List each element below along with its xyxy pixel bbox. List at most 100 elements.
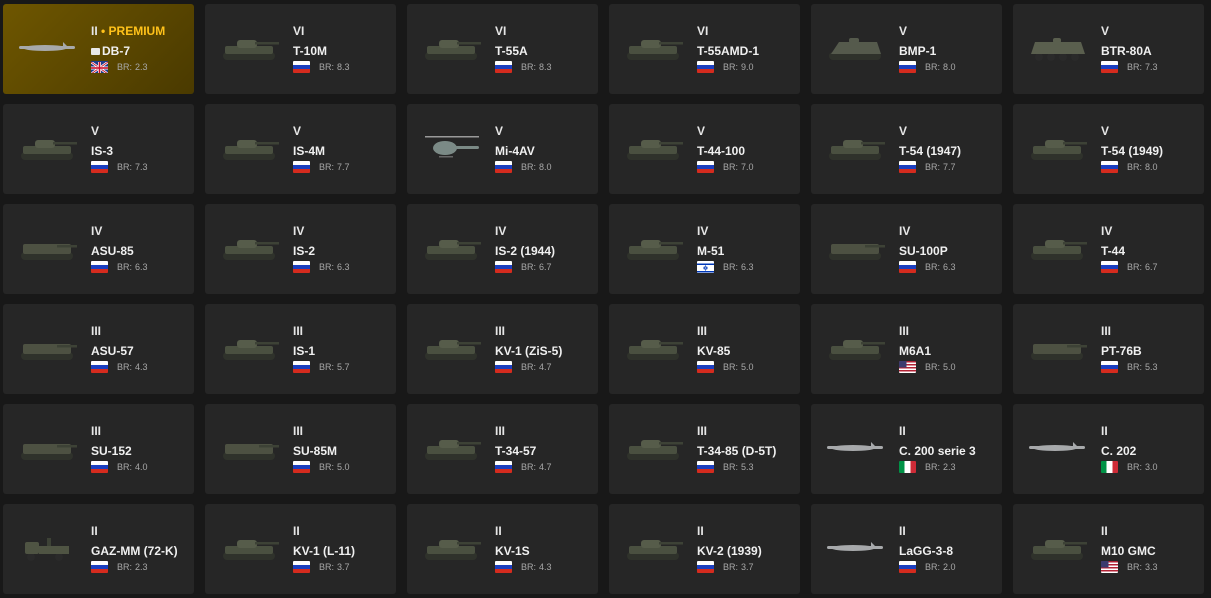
vehicle-card[interactable]: IV SU-100P BR: 6.3	[811, 204, 1002, 294]
vehicle-card[interactable]: III PT-76B BR: 5.3	[1013, 304, 1204, 394]
vehicle-meta: BR: 5.0	[697, 361, 794, 373]
battle-rating-value: 5.0	[741, 362, 754, 372]
vehicle-meta: BR: 3.0	[1101, 461, 1198, 473]
vehicle-card[interactable]: III T-34-57 BR: 4.7	[407, 404, 598, 494]
vehicle-card[interactable]: III KV-1 (ZiS-5) BR: 4.7	[407, 304, 598, 394]
vehicle-card[interactable]: VI T-10M BR: 8.3	[205, 4, 396, 94]
vehicle-card[interactable]: II M10 GMC BR: 3.3	[1013, 504, 1204, 594]
vehicle-card[interactable]: VI T-55A BR: 8.3	[407, 4, 598, 94]
vehicle-card[interactable]: IV IS-2 BR: 6.3	[205, 204, 396, 294]
vehicle-card[interactable]: V T-54 (1949) BR: 8.0	[1013, 104, 1204, 194]
vehicle-card[interactable]: II LaGG-3-8 BR: 2.0	[811, 504, 1002, 594]
vehicle-rank: VI	[697, 24, 794, 38]
m6a1-tank-icon	[821, 330, 889, 368]
ussr-flag-icon	[293, 561, 310, 573]
vehicle-info: V T-44-100 BR: 7.0	[697, 124, 794, 173]
ussr-flag-icon	[1101, 61, 1118, 73]
vehicle-rank: III	[293, 424, 390, 438]
kv-85-tank-icon	[619, 330, 687, 368]
vehicle-card[interactable]: II • PREMIUM DB-7 BR: 2.3	[3, 4, 194, 94]
battle-rating: BR: 2.3	[117, 562, 148, 572]
ussr-flag-icon	[899, 161, 916, 173]
vehicle-rank: VI	[293, 24, 390, 38]
vehicle-card[interactable]: III ASU-57 BR: 4.3	[3, 304, 194, 394]
battle-rating: BR: 4.0	[117, 462, 148, 472]
battle-rating-value: 6.3	[337, 262, 350, 272]
battle-rating-value: 8.0	[539, 162, 552, 172]
battle-rating-value: 6.7	[1145, 262, 1158, 272]
battle-rating-value: 3.3	[1145, 562, 1158, 572]
rank-label: IV	[293, 224, 305, 238]
battle-rating: BR: 6.3	[723, 262, 754, 272]
kv-1s-tank-icon	[417, 530, 485, 568]
vehicle-card[interactable]: IV T-44 BR: 6.7	[1013, 204, 1204, 294]
vehicle-card[interactable]: II KV-2 (1939) BR: 3.7	[609, 504, 800, 594]
vehicle-card[interactable]: V BMP-1 BR: 8.0	[811, 4, 1002, 94]
vehicle-card[interactable]: V T-54 (1947) BR: 7.7	[811, 104, 1002, 194]
bmp-1-ifv-icon	[821, 30, 889, 68]
ussr-flag-icon	[495, 561, 512, 573]
battle-rating-label: BR:	[319, 362, 335, 372]
vehicle-name: T-44-100	[697, 144, 746, 158]
vehicle-name: LaGG-3-8	[899, 544, 954, 558]
vehicle-card[interactable]: III KV-85 BR: 5.0	[609, 304, 800, 394]
battle-rating-label: BR:	[319, 162, 335, 172]
rank-label: IV	[899, 224, 911, 238]
vehicle-meta: BR: 4.0	[91, 461, 188, 473]
vehicle-card[interactable]: V BTR-80A BR: 7.3	[1013, 4, 1204, 94]
vehicle-card[interactable]: II GAZ-MM (72-K) BR: 2.3	[3, 504, 194, 594]
is-3-tank-icon	[13, 130, 81, 168]
vehicle-card[interactable]: II KV-1S BR: 4.3	[407, 504, 598, 594]
vehicle-card[interactable]: III IS-1 BR: 5.7	[205, 304, 396, 394]
kv-1-zis-5-tank-icon	[417, 330, 485, 368]
asu-57-spg-icon	[13, 330, 81, 368]
vehicle-card[interactable]: IV IS-2 (1944) BR: 6.7	[407, 204, 598, 294]
vehicle-card[interactable]: III SU-85M BR: 5.0	[205, 404, 396, 494]
ussr-flag-icon	[495, 161, 512, 173]
vehicle-name-row: M-51	[697, 244, 794, 258]
vehicle-name-row: KV-2 (1939)	[697, 544, 794, 558]
vehicle-card[interactable]: VI T-55AMD-1 BR: 9.0	[609, 4, 800, 94]
battle-rating-value: 7.3	[1145, 62, 1158, 72]
vehicle-meta: BR: 4.3	[91, 361, 188, 373]
battle-rating-value: 4.7	[539, 362, 552, 372]
is-4m-tank-icon	[215, 130, 283, 168]
vehicle-card[interactable]: III M6A1 BR: 5.0	[811, 304, 1002, 394]
vehicle-name-row: BTR-80A	[1101, 44, 1198, 58]
vehicle-name: ASU-85	[91, 244, 134, 258]
vehicle-meta: BR: 8.3	[293, 61, 390, 73]
vehicle-info: III KV-1 (ZiS-5) BR: 4.7	[495, 324, 592, 373]
vehicle-card[interactable]: V IS-3 BR: 7.3	[3, 104, 194, 194]
vehicle-card[interactable]: V T-44-100 BR: 7.0	[609, 104, 800, 194]
vehicle-meta: BR: 6.7	[1101, 261, 1198, 273]
rank-label: III	[91, 424, 102, 438]
vehicle-meta: BR: 6.7	[495, 261, 592, 273]
battle-rating: BR: 5.7	[319, 362, 350, 372]
vehicle-info: IV ASU-85 BR: 6.3	[91, 224, 188, 273]
battle-rating-value: 2.0	[943, 562, 956, 572]
vehicle-meta: BR: 7.3	[91, 161, 188, 173]
vehicle-info: V IS-4M BR: 7.7	[293, 124, 390, 173]
rank-label: VI	[293, 24, 305, 38]
vehicle-card[interactable]: II C. 200 serie 3 BR: 2.3	[811, 404, 1002, 494]
vehicle-name: T-10M	[293, 44, 328, 58]
vehicle-name-row: Mi-4AV	[495, 144, 592, 158]
battle-rating-label: BR:	[925, 362, 941, 372]
vehicle-meta: BR: 4.7	[495, 461, 592, 473]
vehicle-card[interactable]: V Mi-4AV BR: 8.0	[407, 104, 598, 194]
rank-label: VI	[697, 24, 709, 38]
rank-label: VI	[495, 24, 507, 38]
vehicle-card[interactable]: IV ASU-85 BR: 6.3	[3, 204, 194, 294]
vehicle-name: T-54 (1949)	[1101, 144, 1164, 158]
vehicle-card[interactable]: III T-34-85 (D-5T) BR: 5.3	[609, 404, 800, 494]
vehicle-card[interactable]: IV M-51 BR: 6.3	[609, 204, 800, 294]
vehicle-card[interactable]: V IS-4M BR: 7.7	[205, 104, 396, 194]
vehicle-card[interactable]: II KV-1 (L-11) BR: 3.7	[205, 504, 396, 594]
vehicle-meta: BR: 8.0	[899, 61, 996, 73]
vehicle-card[interactable]: II C. 202 BR: 3.0	[1013, 404, 1204, 494]
ussr-flag-icon	[697, 61, 714, 73]
vehicle-name-row: DB-7	[91, 44, 188, 58]
vehicle-name: KV-85	[697, 344, 731, 358]
vehicle-card[interactable]: III SU-152 BR: 4.0	[3, 404, 194, 494]
ussr-flag-icon	[1101, 361, 1118, 373]
